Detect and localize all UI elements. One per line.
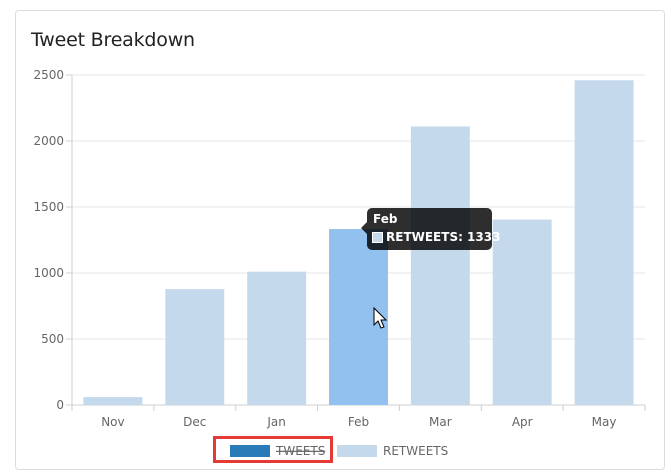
x-tick-label: May bbox=[592, 415, 617, 429]
tooltip-title: Feb bbox=[373, 212, 398, 226]
tooltip-swatch bbox=[372, 232, 383, 243]
y-tick-label: 1500 bbox=[33, 200, 64, 214]
x-axis: Nov Dec Jan Feb Mar Apr May bbox=[101, 415, 616, 429]
y-tick-label: 2500 bbox=[33, 68, 64, 82]
bar-may[interactable] bbox=[574, 80, 634, 405]
chart-tooltip: Feb RETWEETS: 1333 bbox=[361, 208, 500, 250]
x-tick-label: Apr bbox=[512, 415, 533, 429]
x-tick-label: Jan bbox=[266, 415, 286, 429]
bar-apr[interactable] bbox=[492, 219, 552, 405]
bar-dec[interactable] bbox=[165, 289, 225, 405]
y-tick-label: 0 bbox=[56, 398, 64, 412]
x-tick-label: Feb bbox=[348, 415, 369, 429]
y-tick-label: 500 bbox=[41, 332, 64, 346]
y-tick-label: 1000 bbox=[33, 266, 64, 280]
bar-chart: 0 500 1000 1500 2000 2500 Nov Dec Jan Feb Mar Apr M… bbox=[33, 68, 646, 458]
y-axis: 0 500 1000 1500 2000 2500 bbox=[33, 68, 64, 412]
x-tick-label: Nov bbox=[101, 415, 124, 429]
legend-swatch-retweets[interactable] bbox=[337, 445, 377, 457]
x-tick-label: Dec bbox=[183, 415, 206, 429]
tooltip-body: RETWEETS: 1333 bbox=[386, 230, 501, 244]
bars bbox=[83, 80, 634, 405]
bar-mar[interactable] bbox=[410, 126, 470, 405]
bar-jan[interactable] bbox=[247, 271, 307, 405]
bar-nov[interactable] bbox=[83, 397, 143, 405]
y-tick-label: 2000 bbox=[33, 134, 64, 148]
legend-label-retweets[interactable]: RETWEETS bbox=[383, 444, 448, 458]
x-tick-label: Mar bbox=[429, 415, 452, 429]
legend-highlight-box bbox=[213, 436, 333, 463]
